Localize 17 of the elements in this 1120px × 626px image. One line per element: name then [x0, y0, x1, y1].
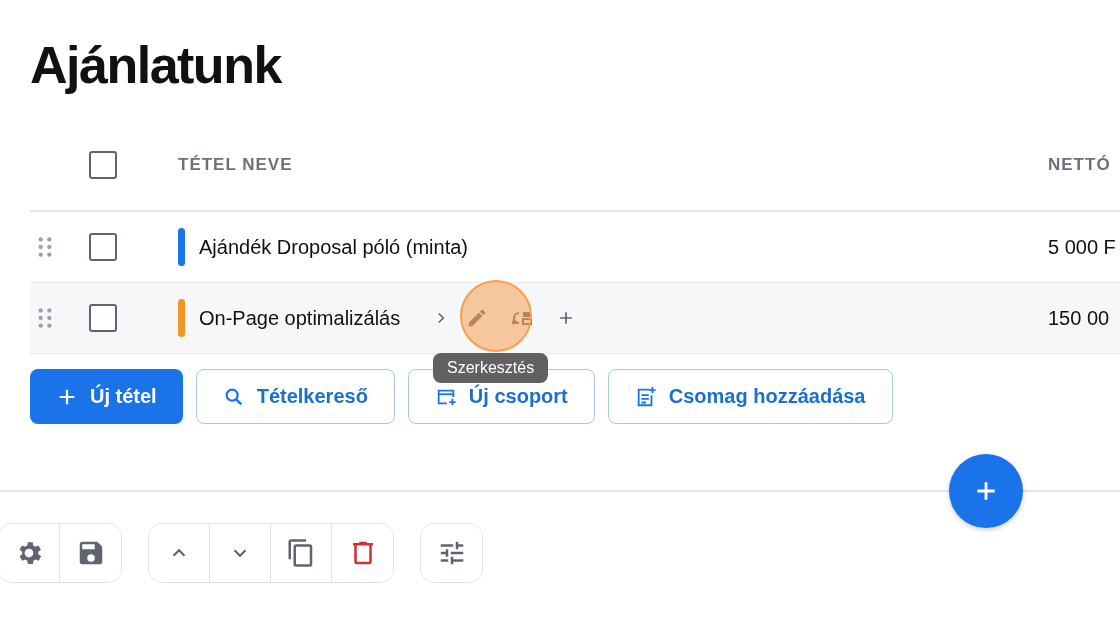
checkbox[interactable] — [89, 151, 117, 179]
settings-button[interactable] — [0, 524, 60, 582]
checkbox[interactable] — [89, 233, 117, 261]
column-header: NETTÓ — [1048, 155, 1111, 174]
price-value: 5 000 F — [1048, 235, 1116, 258]
price-value: 150 00 — [1048, 306, 1110, 329]
action-button[interactable]: Új tétel — [30, 369, 183, 424]
action-button[interactable]: Tételkereső — [195, 369, 395, 424]
item-name: On-Page optimalizálás — [199, 306, 401, 330]
action-button[interactable]: Csomag hozzáadása — [607, 369, 893, 424]
item-name: Ajándék Droposal póló (minta) — [199, 235, 469, 259]
add-fab-button[interactable] — [949, 454, 1023, 528]
page-title: Ajánlatunk — [29, 35, 283, 96]
column-header: TÉTEL NEVE — [178, 155, 293, 175]
tooltip: Szerkesztés — [433, 353, 549, 383]
checkbox[interactable] — [89, 304, 117, 332]
adjust-button[interactable] — [421, 524, 482, 582]
